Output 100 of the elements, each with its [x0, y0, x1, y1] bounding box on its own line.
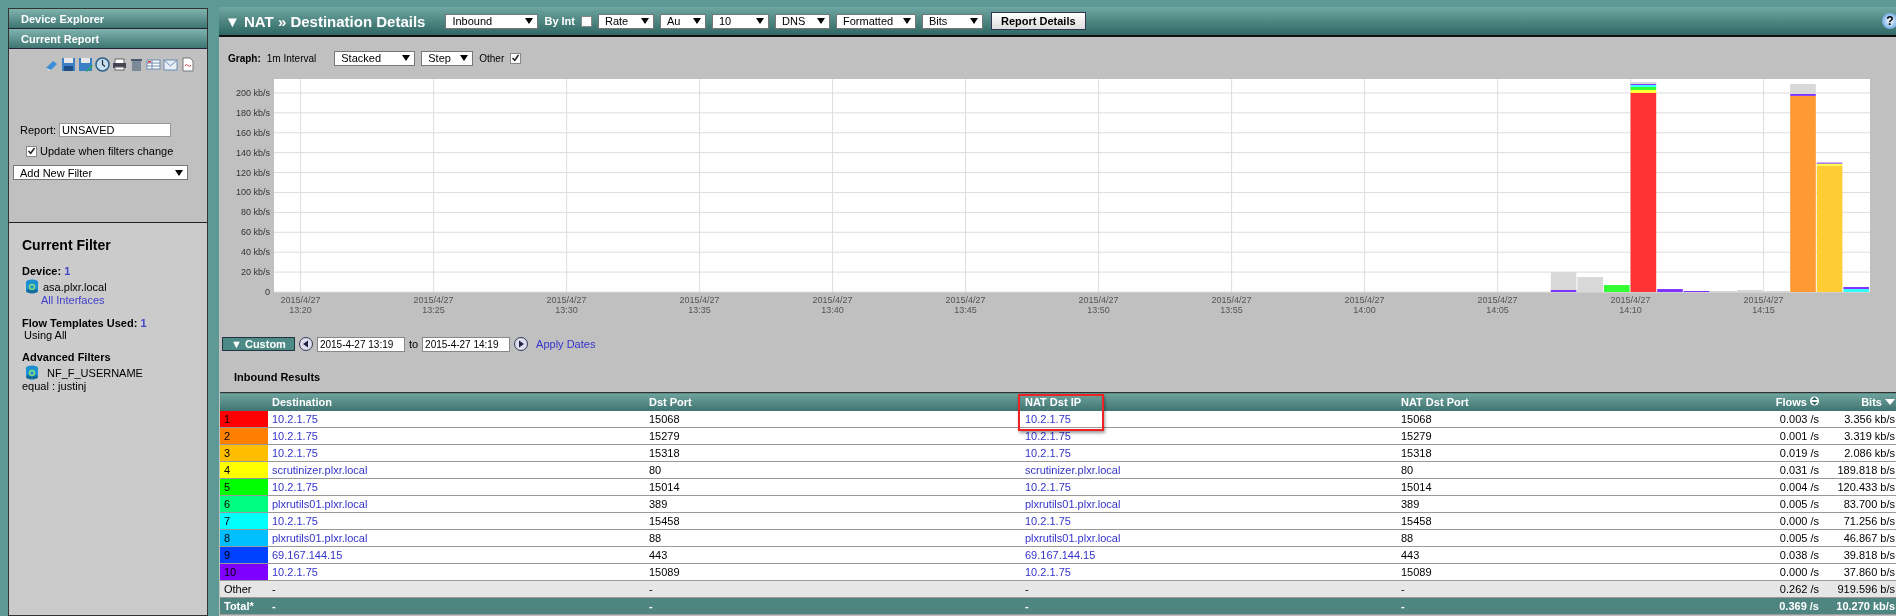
axis-label: 2015/4/27 14:15	[1743, 295, 1784, 315]
option-dropdown[interactable]: 10	[712, 13, 769, 29]
table-cell: -	[272, 600, 276, 612]
host-link[interactable]: 10.2.1.75	[1025, 566, 1071, 578]
host-link[interactable]: 10.2.1.75	[1025, 413, 1071, 425]
checkbox-label: Update when filters change	[40, 145, 174, 157]
table-cell: 15014	[649, 481, 680, 493]
table-cell: -	[1401, 600, 1405, 612]
style-dropdown[interactable]: Step	[421, 50, 474, 66]
previous-button[interactable]	[298, 337, 313, 351]
apply-dates-link[interactable]: Apply Dates	[536, 338, 596, 350]
report-field[interactable]: UNSAVED	[59, 123, 172, 137]
caret-icon	[817, 18, 825, 24]
host-link[interactable]: 10.2.1.75	[1025, 515, 1071, 527]
axis-label: 2015/4/27 13:40	[812, 295, 853, 315]
trash-icon[interactable]	[128, 57, 144, 72]
host-link[interactable]: plxrutils01.plxr.local	[272, 498, 368, 510]
checkbox-label: By Int	[544, 15, 575, 27]
table-cell: 0.000 /s	[1779, 515, 1819, 527]
host-link[interactable]: plxrutils01.plxr.local	[1025, 532, 1121, 544]
help-icon[interactable]: ?	[1882, 13, 1896, 29]
checkbox[interactable]	[581, 15, 592, 27]
report-details-button[interactable]: Report Details	[991, 12, 1086, 30]
start-date-field[interactable]: 2015-4-27 13:19	[316, 336, 405, 352]
document-icon[interactable]	[179, 57, 195, 72]
interfaces-link[interactable]: All Interfaces	[41, 294, 105, 306]
host-link[interactable]: 10.2.1.75	[1025, 447, 1071, 459]
host-link[interactable]: 10.2.1.75	[272, 515, 318, 527]
column-header[interactable]: Destination	[272, 396, 332, 408]
axis-label: 40 kb/s	[240, 247, 270, 258]
filter-condition: equal : justinj	[22, 380, 87, 392]
field-label: Device:	[22, 265, 62, 277]
caret-icon	[693, 18, 701, 24]
table-cell: 71.256 b/s	[1843, 515, 1895, 527]
table-cell: -	[649, 600, 653, 612]
table-cell: 88	[1401, 532, 1414, 544]
table-cell: 0.038 /s	[1779, 549, 1819, 561]
host-link[interactable]: 69.167.144.15	[272, 549, 343, 561]
axis-label: 60 kb/s	[240, 227, 270, 238]
table-cell: 3.356 kb/s	[1844, 413, 1895, 425]
table-cell: 2.086 kb/s	[1844, 447, 1895, 459]
host-link[interactable]: 10.2.1.75	[1025, 430, 1071, 442]
printer-icon[interactable]	[111, 57, 127, 72]
custom-range-button[interactable]: ▼ Custom	[222, 337, 295, 351]
host-link[interactable]: plxrutils01.plxr.local	[1025, 498, 1121, 510]
table-icon[interactable]	[145, 57, 161, 72]
host-link[interactable]: 10.2.1.75	[272, 413, 318, 425]
axis-label: 200 kb/s	[235, 87, 270, 98]
end-date-field[interactable]: 2015-4-27 14:19	[422, 336, 511, 352]
column-header[interactable]: NAT Dst Port	[1401, 396, 1469, 408]
column-header[interactable]: NAT Dst IP	[1025, 396, 1082, 408]
table-cell: 0.003 /s	[1779, 413, 1819, 425]
caret-icon	[460, 55, 469, 61]
table-cell: 15318	[649, 447, 680, 459]
sort-descending-icon[interactable]	[1885, 398, 1895, 406]
sort-icon[interactable]	[1810, 396, 1819, 406]
clock-icon[interactable]	[94, 57, 110, 72]
direction-dropdown[interactable]: Inbound	[445, 13, 539, 29]
table-cell: 15014	[1401, 481, 1432, 493]
filter-dropdown[interactable]: Add New Filter	[13, 165, 188, 180]
table-cell: 15458	[1401, 515, 1432, 527]
table-cell: -	[1025, 583, 1029, 595]
host-link[interactable]: plxrutils01.plxr.local	[272, 532, 368, 544]
axis-label: 2015/4/27 13:30	[546, 295, 587, 315]
table-cell: -	[1401, 583, 1405, 595]
caret-icon	[641, 18, 649, 24]
table-cell: 15279	[649, 430, 680, 442]
column-header[interactable]: Bits	[1861, 396, 1882, 408]
option-dropdown[interactable]: DNS	[775, 13, 830, 29]
caret-icon	[175, 169, 183, 176]
panel-header[interactable]: Device Explorer	[9, 9, 207, 29]
host-link[interactable]: 10.2.1.75	[272, 566, 318, 578]
mode-dropdown[interactable]: Stacked	[334, 50, 416, 66]
option-dropdown[interactable]: Au	[660, 13, 706, 29]
host-link[interactable]: 10.2.1.75	[272, 481, 318, 493]
option-dropdown[interactable]: Bits	[922, 13, 983, 29]
table-cell: 15089	[649, 566, 680, 578]
panel-header[interactable]: Current Report	[9, 29, 207, 49]
table-cell: 0.004 /s	[1779, 481, 1819, 493]
field-label: Report:	[20, 124, 57, 136]
section-title: Inbound Results	[234, 371, 321, 383]
table-cell: 15318	[1401, 447, 1432, 459]
host-link[interactable]: 10.2.1.75	[272, 430, 318, 442]
column-header[interactable]: Dst Port	[649, 396, 692, 408]
checkbox[interactable]	[26, 145, 37, 157]
option-dropdown[interactable]: Formatted	[836, 13, 916, 29]
caret-icon	[402, 55, 411, 61]
host-link[interactable]: 69.167.144.15	[1025, 549, 1096, 561]
table-cell: -	[272, 583, 276, 595]
checkbox[interactable]	[510, 52, 522, 64]
table-cell: 80	[1401, 464, 1414, 476]
axis-label: 2015/4/27 13:45	[945, 295, 986, 315]
option-dropdown[interactable]: Rate	[598, 13, 654, 29]
host-link[interactable]: scrutinizer.plxr.local	[272, 464, 368, 476]
host-link[interactable]: 10.2.1.75	[1025, 481, 1071, 493]
host-link[interactable]: 10.2.1.75	[272, 447, 318, 459]
axis-label: 120 kb/s	[235, 167, 270, 178]
next-button[interactable]	[514, 337, 529, 351]
save-icon[interactable]	[60, 57, 76, 72]
host-link[interactable]: scrutinizer.plxr.local	[1025, 464, 1121, 476]
